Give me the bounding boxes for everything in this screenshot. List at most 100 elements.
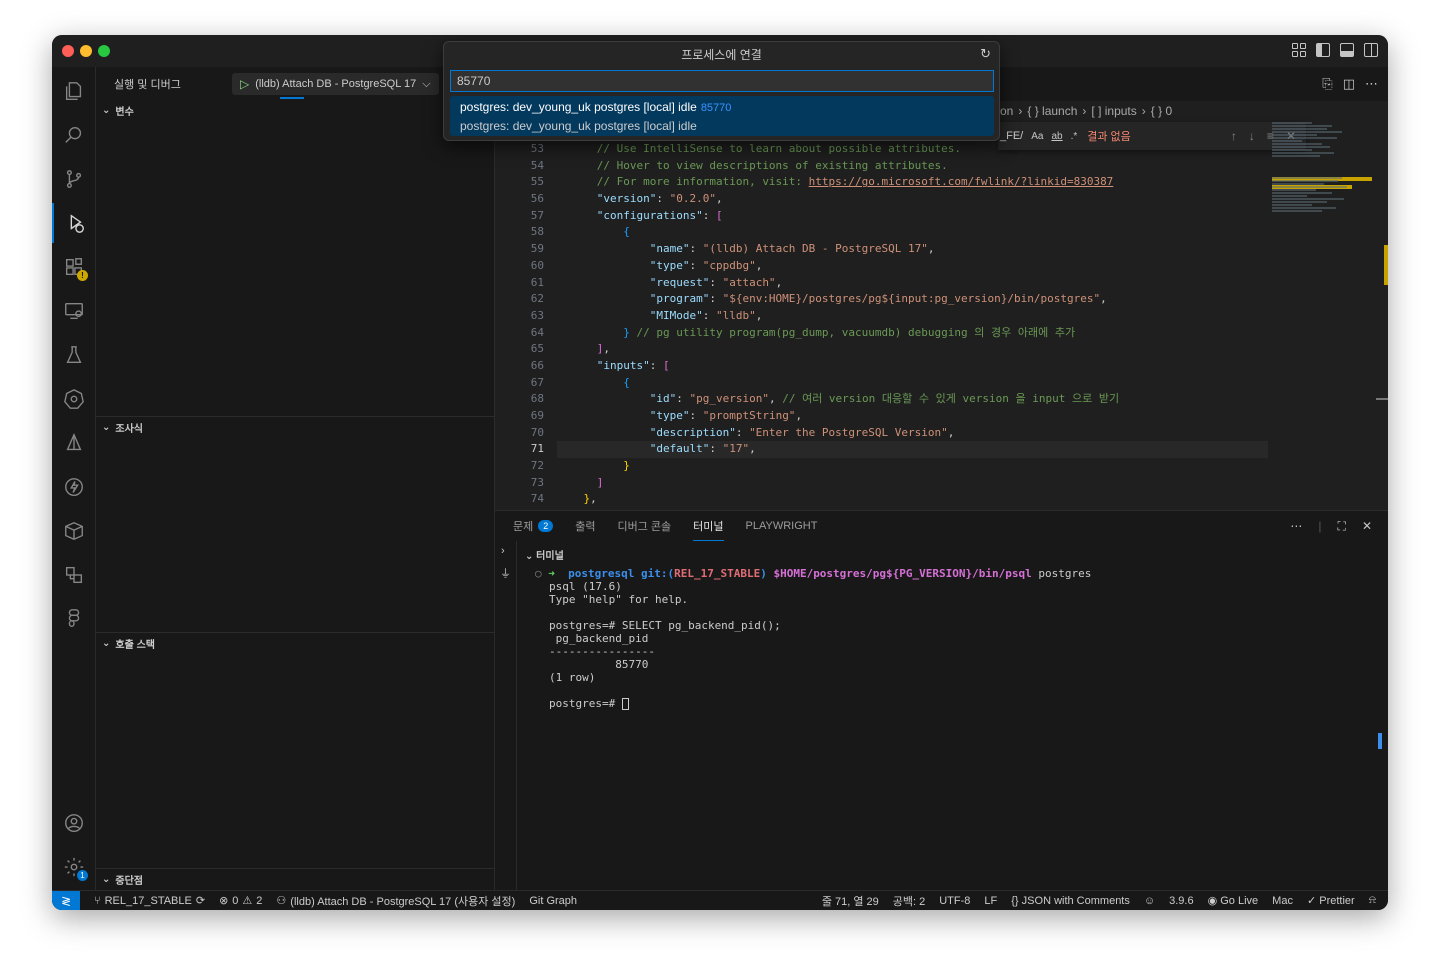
close-panel-icon[interactable]: ✕	[1362, 519, 1372, 534]
customize-layout-icon[interactable]	[1292, 43, 1306, 57]
toggle-primary-sidebar-icon[interactable]	[1316, 43, 1330, 57]
remote-indicator-icon[interactable]: ≷	[52, 890, 80, 910]
explorer-icon[interactable]	[52, 71, 96, 111]
match-word-toggle[interactable]: ab	[1051, 131, 1062, 142]
tab-debug-console[interactable]: 디버그 콘솔	[618, 511, 672, 541]
breakpoints-section-header[interactable]: ⌄ 중단점	[96, 868, 494, 890]
open-changes-icon[interactable]: ⎘	[1322, 76, 1332, 92]
eol-status[interactable]: LF	[984, 895, 997, 907]
figma-icon[interactable]	[52, 599, 96, 639]
remote-explorer-icon[interactable]	[52, 291, 96, 331]
minimize-window-button[interactable]	[80, 45, 92, 57]
debug-config-status[interactable]: ⚇ (lldb) Attach DB - PostgreSQL 17 (사용자 …	[276, 893, 515, 909]
callstack-section-header[interactable]: ⌄ 호출 스택	[96, 632, 494, 654]
scrollbar-cursor-marker	[1376, 398, 1388, 400]
testing-icon[interactable]	[52, 335, 96, 375]
line-number: 73	[530, 475, 544, 489]
toggle-panel-icon[interactable]	[1340, 43, 1354, 57]
close-window-button[interactable]	[62, 45, 74, 57]
watch-section-header[interactable]: ⌄ 조사식	[96, 416, 494, 438]
line-number: 64	[530, 325, 544, 339]
extensions-icon[interactable]: !	[52, 247, 96, 287]
chevron-down-icon: ⌄	[102, 104, 111, 116]
debug-config-label: (lldb) Attach DB - PostgreSQL 17	[255, 78, 417, 90]
error-icon: ⊗	[219, 895, 229, 907]
terminal-section-header[interactable]: ⌄ 터미널	[525, 547, 564, 562]
minimap[interactable]	[1272, 121, 1380, 261]
tab-problems[interactable]: 문제 2	[513, 511, 554, 541]
plug-icon[interactable]: ⏚	[500, 565, 511, 581]
variables-section-header[interactable]: ⌄ 변수	[96, 99, 494, 121]
breadcrumb-item[interactable]: on	[1000, 104, 1013, 118]
package-icon[interactable]	[52, 511, 96, 551]
split-editor-icon[interactable]: ◫	[1343, 76, 1355, 92]
process-list-item[interactable]: postgres: dev_young_uk postgres [local] …	[450, 96, 994, 136]
refresh-icon[interactable]: ↻	[980, 46, 991, 62]
kubernetes-icon[interactable]	[52, 379, 96, 419]
encoding-status[interactable]: UTF-8	[939, 895, 970, 907]
tab-terminal[interactable]: 터미널	[693, 511, 724, 541]
problems-status[interactable]: ⊗ 0 ⚠ 2	[219, 894, 262, 908]
start-debugging-icon[interactable]: ▷	[240, 77, 249, 91]
terminal-line: postgres=#	[535, 697, 1368, 710]
tab-output-label: 출력	[575, 521, 596, 533]
code-line: ],	[596, 342, 610, 356]
go-live-status[interactable]: ◉ Go Live	[1208, 894, 1259, 907]
tab-output[interactable]: 출력	[575, 511, 595, 541]
prompt-arrow-icon: ➜	[548, 567, 555, 580]
breadcrumb-item[interactable]: { } 0	[1151, 104, 1172, 118]
tab-playwright[interactable]: PLAYWRIGHT	[746, 511, 818, 541]
breadcrumb-item[interactable]: { } launch	[1027, 104, 1077, 118]
line-number: 65	[530, 342, 544, 356]
line-number: 57	[530, 208, 544, 222]
python-version-status[interactable]: 3.9.6	[1169, 895, 1193, 907]
process-pid: 85770	[700, 102, 732, 114]
broadcast-icon: ◉	[1207, 895, 1218, 907]
more-actions-icon[interactable]: ⋯	[1290, 519, 1302, 534]
maximize-window-button[interactable]	[98, 45, 110, 57]
terminal-output[interactable]: ○ ➜ postgresql git:(REL_17_STABLE) $HOME…	[535, 567, 1368, 710]
git-graph-status[interactable]: Git Graph	[529, 895, 577, 907]
search-icon[interactable]	[52, 115, 96, 155]
line-number: 62	[530, 292, 544, 306]
copilot-icon[interactable]: ☺	[1144, 895, 1155, 907]
docs-link[interactable]: https://go.microsoft.com/fwlink/?linkid=…	[809, 175, 1114, 188]
panel-actions: ⋯ | ⛶ ✕	[1290, 519, 1372, 534]
toggle-secondary-sidebar-icon[interactable]	[1364, 43, 1378, 57]
git-branch-status[interactable]: ⑂ REL_17_STABLE ⟳	[94, 894, 205, 908]
line-number: 72	[530, 459, 544, 473]
accounts-icon[interactable]	[52, 803, 96, 843]
language-mode-status[interactable]: {} JSON with Comments	[1011, 895, 1130, 907]
debug-config-selector[interactable]: ▷ (lldb) Attach DB - PostgreSQL 17 ⌵	[232, 73, 439, 95]
regex-toggle[interactable]: .*	[1071, 131, 1078, 142]
sail-icon[interactable]	[52, 423, 96, 463]
cursor-position-status[interactable]: 줄 71, 열 29	[822, 893, 879, 909]
terminal-side-strip: › ⏚	[495, 541, 517, 890]
notifications-bell-icon[interactable]: ⍾	[1369, 894, 1376, 907]
prettier-status[interactable]: ✓ Prettier	[1307, 894, 1355, 907]
run-and-debug-icon[interactable]	[52, 203, 96, 243]
lightning-icon[interactable]	[52, 467, 96, 507]
settings-update-badge: 1	[77, 870, 88, 881]
breadcrumb-item[interactable]: [ ] inputs	[1091, 104, 1136, 118]
code-line: "request": "attach",	[649, 275, 783, 289]
variables-label: 변수	[115, 106, 134, 118]
more-actions-icon[interactable]: ⋯	[1365, 76, 1378, 92]
mac-status[interactable]: Mac	[1272, 895, 1293, 907]
maximize-panel-icon[interactable]: ⛶	[1338, 519, 1346, 534]
chevron-right-icon[interactable]: ›	[501, 545, 505, 557]
database-icon[interactable]	[52, 555, 96, 595]
settings-gear-icon[interactable]: 1	[52, 847, 96, 887]
code-content[interactable]: // Use IntelliSense to learn about possi…	[557, 141, 1268, 508]
source-control-icon[interactable]	[52, 159, 96, 199]
tab-problems-label: 문제	[513, 521, 534, 533]
process-filter-input[interactable]	[450, 70, 994, 92]
line-number: 67	[530, 375, 544, 389]
chevron-down-icon: ⌵	[422, 77, 431, 90]
watch-label: 조사식	[115, 424, 143, 435]
code-line: } // pg utility program(pg_dump, vacuumd…	[623, 325, 1076, 339]
match-case-toggle[interactable]: Aa	[1031, 131, 1043, 142]
indentation-status[interactable]: 공백: 2	[893, 893, 925, 909]
chevron-down-icon: ⌄	[102, 638, 111, 649]
